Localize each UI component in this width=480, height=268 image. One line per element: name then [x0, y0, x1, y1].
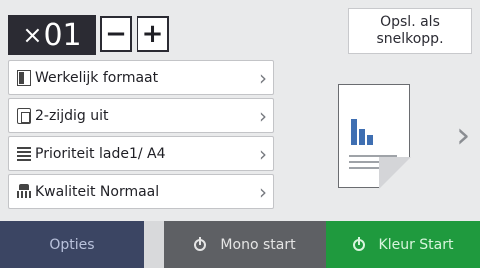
- preview-bar: [359, 129, 365, 145]
- quality-icon: [17, 183, 31, 200]
- setting-label: Werkelijk formaat: [35, 69, 159, 86]
- color-start-label: Kleur Start: [378, 236, 454, 253]
- chevron-right-icon: ›: [259, 142, 267, 166]
- tray-icon: [17, 146, 31, 161]
- increase-copies-button[interactable]: +: [137, 16, 169, 52]
- chevron-right-icon: ›: [259, 66, 267, 90]
- copy-count-display: × 01: [8, 15, 96, 55]
- save-as-shortcut-button[interactable]: Opsl. als snelkopp.: [348, 8, 472, 54]
- multiply-sign: ×: [22, 21, 43, 49]
- document-preview-icon: [338, 84, 411, 189]
- preview-bar: [367, 135, 373, 145]
- mono-start-label: Mono start: [220, 236, 296, 253]
- decrease-copies-button[interactable]: −: [100, 16, 132, 52]
- bottom-bar-spacer: [144, 221, 164, 268]
- setting-label: 2-zijdig uit: [35, 107, 109, 124]
- copy-count-value: 01: [43, 17, 82, 53]
- power-start-icon: [352, 236, 365, 251]
- bottom-bar: Opties Mono start Kleur Start: [0, 221, 480, 268]
- mono-start-button[interactable]: Mono start: [164, 221, 326, 268]
- setting-item-quality[interactable]: Kwaliteit Normaal ›: [8, 174, 274, 209]
- shortcut-label-line2: snelkopp.: [376, 31, 444, 47]
- setting-label: Kwaliteit Normaal: [35, 183, 160, 200]
- shortcut-label-line1: Opsl. als: [380, 14, 440, 30]
- chevron-right-icon: ›: [259, 180, 267, 204]
- setting-item-tray[interactable]: Prioriteit lade1/ A4 ›: [8, 136, 274, 171]
- chevron-right-icon: ›: [259, 104, 267, 128]
- next-page-arrow-icon[interactable]: ›: [456, 118, 470, 154]
- preview-line: [349, 167, 379, 169]
- setting-item-duplex[interactable]: 2-zijdig uit ›: [8, 98, 274, 133]
- setting-item-size[interactable]: Werkelijk formaat ›: [8, 60, 274, 95]
- options-label: Opties: [49, 236, 95, 253]
- page-fold: [378, 156, 411, 189]
- power-start-icon: [194, 236, 207, 251]
- options-button[interactable]: Opties: [0, 221, 144, 268]
- copy-settings-list: Werkelijk formaat › 2-zijdig uit › Prior…: [8, 60, 274, 212]
- duplex-icon: [17, 107, 31, 124]
- preview-bar: [351, 119, 357, 145]
- color-start-button[interactable]: Kleur Start: [326, 221, 480, 268]
- page-size-icon: [17, 69, 31, 86]
- setting-label: Prioriteit lade1/ A4: [35, 145, 166, 162]
